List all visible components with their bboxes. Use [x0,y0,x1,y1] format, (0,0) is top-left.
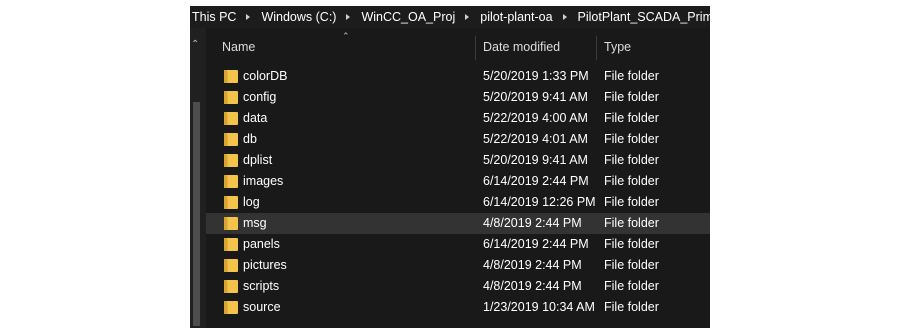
breadcrumb-wincc-oa-proj[interactable]: WinCC_OA_Proj [359,10,457,24]
date-modified: 6/14/2019 2:44 PM [483,237,589,251]
file-type: File folder [604,195,659,209]
file-type: File folder [604,237,659,251]
column-divider[interactable] [596,36,597,60]
folder-icon [224,300,238,315]
list-item[interactable]: scripts 4/8/2019 2:44 PM File folder [206,276,710,297]
list-item[interactable]: config 5/20/2019 9:41 AM File folder [206,87,710,108]
column-divider[interactable] [475,36,476,60]
date-modified: 5/20/2019 1:33 PM [483,69,589,83]
column-header-name[interactable]: Name [222,28,255,66]
file-name: scripts [243,279,280,293]
folder-icon [224,258,238,273]
navigation-pane-scrollbar[interactable]: ⌃ [190,28,206,328]
file-name: data [243,111,268,125]
date-modified: 4/8/2019 2:44 PM [483,279,582,293]
folder-icon [224,174,238,189]
folder-icon [224,237,238,252]
file-name: colorDB [243,69,288,83]
list-item[interactable]: source 1/23/2019 10:34 AM File folder [206,297,710,318]
breadcrumb-pilotplant-scada-primary[interactable]: PilotPlant_SCADA_Primary [576,10,710,24]
folder-icon [224,132,238,147]
column-headers: ⌃ Name Date modified Type [206,28,710,66]
list-item[interactable]: dplist 5/20/2019 9:41 AM File folder [206,150,710,171]
chevron-right-icon[interactable] [246,14,251,20]
file-name: panels [243,237,280,251]
breadcrumb-windows-drive[interactable]: Windows (C:) [259,10,338,24]
date-modified: 6/14/2019 2:44 PM [483,174,589,188]
file-type: File folder [604,279,659,293]
list-item[interactable]: pictures 4/8/2019 2:44 PM File folder [206,255,710,276]
file-list: colorDB 5/20/2019 1:33 PM File folder confi… [206,66,710,318]
list-item[interactable]: images 6/14/2019 2:44 PM File folder [206,171,710,192]
file-type: File folder [604,174,659,188]
file-name: msg [243,216,267,230]
list-item[interactable]: log 6/14/2019 12:26 PM File folder [206,192,710,213]
file-type: File folder [604,111,659,125]
file-name: source [243,300,281,314]
file-name: images [243,174,284,188]
folder-icon [224,153,238,168]
file-name: log [243,195,260,209]
file-type: File folder [604,69,659,83]
chevron-right-icon[interactable] [465,14,470,20]
file-type: File folder [604,216,659,230]
file-type: File folder [604,300,659,314]
folder-icon [224,216,238,231]
folder-icon [224,111,238,126]
date-modified: 5/22/2019 4:01 AM [483,132,588,146]
date-modified: 5/22/2019 4:00 AM [483,111,588,125]
chevron-up-icon: ⌃ [342,31,350,41]
date-modified: 5/20/2019 9:41 AM [483,90,588,104]
date-modified: 1/23/2019 10:34 AM [483,300,595,314]
date-modified: 6/14/2019 12:26 PM [483,195,596,209]
date-modified: 4/8/2019 2:44 PM [483,216,582,230]
folder-icon [224,195,238,210]
file-type: File folder [604,258,659,272]
column-header-type[interactable]: Type [604,28,631,66]
date-modified: 5/20/2019 9:41 AM [483,153,588,167]
scroll-up-icon[interactable]: ⌃ [191,40,199,50]
file-type: File folder [604,90,659,104]
file-name: pictures [243,258,287,272]
breadcrumb-pilot-plant-oa[interactable]: pilot-plant-oa [478,10,554,24]
chevron-right-icon[interactable] [346,14,351,20]
file-name: config [243,90,277,104]
file-explorer-window: This PC Windows (C:) WinCC_OA_Proj pilot… [190,6,710,328]
file-type: File folder [604,132,659,146]
scrollbar-thumb[interactable] [193,102,200,326]
file-type: File folder [604,153,659,167]
file-name: dplist [243,153,273,167]
file-name: db [243,132,257,146]
date-modified: 4/8/2019 2:44 PM [483,258,582,272]
list-item[interactable]: db 5/22/2019 4:01 AM File folder [206,129,710,150]
folder-icon [224,69,238,84]
breadcrumb-this-pc[interactable]: This PC [190,10,238,24]
list-item[interactable]: msg 4/8/2019 2:44 PM File folder [206,213,710,234]
column-header-date-modified[interactable]: Date modified [483,28,560,66]
list-item[interactable]: data 5/22/2019 4:00 AM File folder [206,108,710,129]
chevron-right-icon[interactable] [562,14,567,20]
folder-icon [224,90,238,105]
list-item[interactable]: panels 6/14/2019 2:44 PM File folder [206,234,710,255]
folder-icon [224,279,238,294]
list-item[interactable]: colorDB 5/20/2019 1:33 PM File folder [206,66,710,87]
breadcrumb: This PC Windows (C:) WinCC_OA_Proj pilot… [190,6,710,28]
